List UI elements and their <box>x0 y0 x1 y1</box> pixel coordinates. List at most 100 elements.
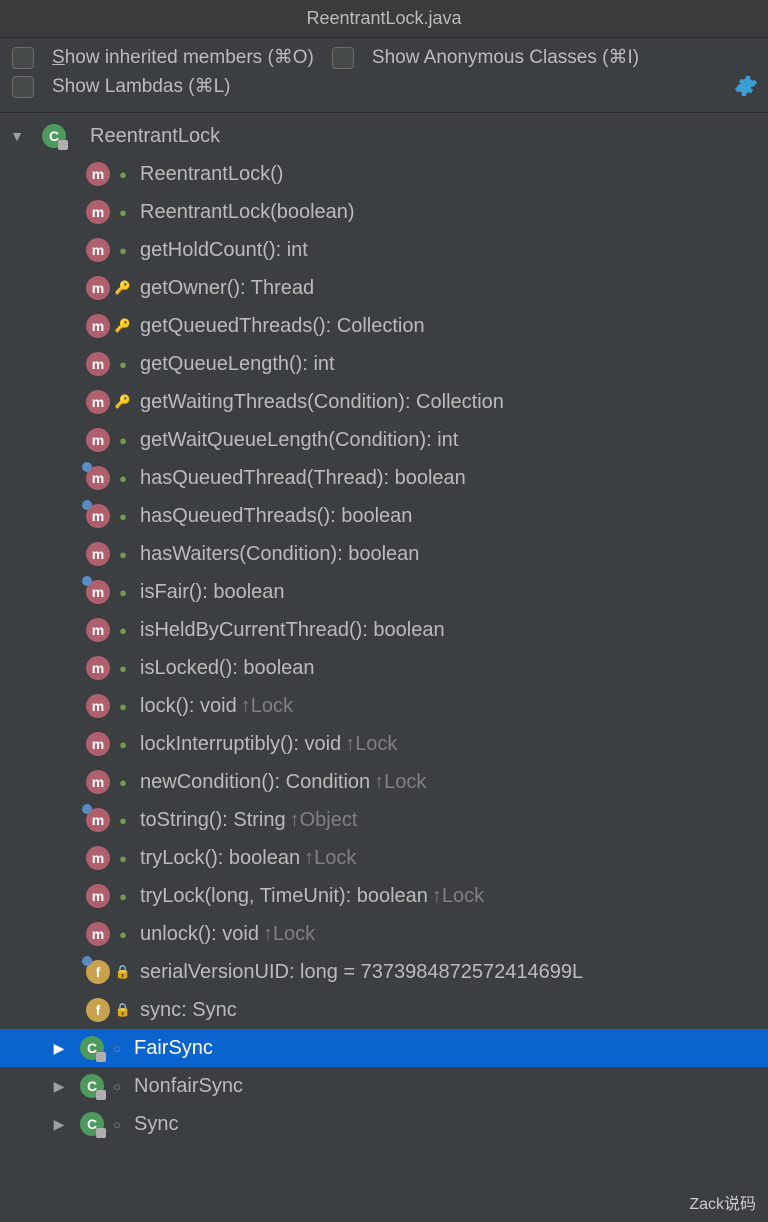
visibility-icon: ● <box>116 547 130 561</box>
expand-arrow-icon[interactable]: ▶ <box>48 1040 70 1057</box>
member-label: tryLock(): boolean <box>140 847 300 870</box>
method-icon: m <box>86 656 110 680</box>
member-row[interactable]: f 🔒 serialVersionUID: long = 73739848725… <box>0 953 768 991</box>
member-label: getWaitQueueLength(Condition): int <box>140 429 458 452</box>
visibility-icon: ● <box>116 585 130 599</box>
member-label: ReentrantLock() <box>140 163 283 186</box>
method-icon: m <box>86 162 110 186</box>
member-row[interactable]: m 🔑 getQueuedThreads(): Collection <box>0 307 768 345</box>
option-label-anonymous: Show Anonymous Classes (⌘I) <box>372 46 639 69</box>
visibility-icon: ● <box>116 433 130 447</box>
visibility-icon: ● <box>116 661 130 675</box>
member-label: lockInterruptibly(): void <box>140 733 341 756</box>
checkbox-inherited[interactable] <box>12 47 34 69</box>
checkbox-anonymous[interactable] <box>332 47 354 69</box>
inner-class-label: Sync <box>134 1113 178 1136</box>
member-row[interactable]: m ● isFair(): boolean <box>0 573 768 611</box>
class-icon: C <box>80 1112 104 1136</box>
method-icon: m <box>86 466 110 490</box>
member-row[interactable]: m ● getQueueLength(): int <box>0 345 768 383</box>
member-row[interactable]: m ● ReentrantLock() <box>0 155 768 193</box>
options-panel: Show inherited members (⌘O) Show Anonymo… <box>0 38 768 113</box>
member-label: hasQueuedThread(Thread): boolean <box>140 467 466 490</box>
class-icon: C <box>80 1036 104 1060</box>
visibility-icon: ● <box>116 205 130 219</box>
file-title: ReentrantLock.java <box>306 8 461 29</box>
inner-class-row[interactable]: ▶ C ○ NonfairSync <box>0 1067 768 1105</box>
method-icon: m <box>86 352 110 376</box>
member-label: hasQueuedThreads(): boolean <box>140 505 412 528</box>
visibility-icon: ○ <box>110 1117 124 1131</box>
method-icon: m <box>86 238 110 262</box>
method-icon: m <box>86 504 110 528</box>
member-label: newCondition(): Condition <box>140 771 370 794</box>
visibility-icon: ● <box>116 775 130 789</box>
method-icon: m <box>86 314 110 338</box>
member-row[interactable]: m ● unlock(): void ↑Lock <box>0 915 768 953</box>
method-icon: m <box>86 200 110 224</box>
method-icon: m <box>86 846 110 870</box>
member-label: isHeldByCurrentThread(): boolean <box>140 619 445 642</box>
visibility-icon: 🔑 <box>116 319 130 333</box>
structure-tree: ▼ C ReentrantLock m ● ReentrantLock() m … <box>0 113 768 1143</box>
member-label: sync: Sync <box>140 999 237 1022</box>
member-label: tryLock(long, TimeUnit): boolean <box>140 885 428 908</box>
member-row[interactable]: m ● hasWaiters(Condition): boolean <box>0 535 768 573</box>
inner-class-row[interactable]: ▶ C ○ Sync <box>0 1105 768 1143</box>
visibility-icon: ○ <box>110 1079 124 1093</box>
method-icon: m <box>86 770 110 794</box>
option-label-inherited: Show inherited members (⌘O) <box>52 46 314 69</box>
member-row[interactable]: m ● isHeldByCurrentThread(): boolean <box>0 611 768 649</box>
gear-icon[interactable] <box>734 74 758 98</box>
member-label: isLocked(): boolean <box>140 657 315 680</box>
member-row[interactable]: m ● lockInterruptibly(): void ↑Lock <box>0 725 768 763</box>
member-label: getHoldCount(): int <box>140 239 308 262</box>
member-row[interactable]: m ● lock(): void ↑Lock <box>0 687 768 725</box>
tree-root[interactable]: ▼ C ReentrantLock <box>0 117 768 155</box>
method-icon: m <box>86 276 110 300</box>
member-row[interactable]: m 🔑 getOwner(): Thread <box>0 269 768 307</box>
member-row[interactable]: m ● tryLock(): boolean ↑Lock <box>0 839 768 877</box>
inherit-label: ↑Lock <box>374 771 426 794</box>
member-label: ReentrantLock(boolean) <box>140 201 355 224</box>
member-row[interactable]: f 🔒 sync: Sync <box>0 991 768 1029</box>
member-row[interactable]: m 🔑 getWaitingThreads(Condition): Collec… <box>0 383 768 421</box>
member-row[interactable]: m ● getHoldCount(): int <box>0 231 768 269</box>
expand-arrow-icon[interactable]: ▼ <box>6 128 28 144</box>
inherit-label: ↑Lock <box>304 847 356 870</box>
class-icon: C <box>42 124 66 148</box>
visibility-icon: ● <box>116 813 130 827</box>
method-icon: m <box>86 618 110 642</box>
inner-class-row[interactable]: ▶ C ○ FairSync <box>0 1029 768 1067</box>
member-label: getQueueLength(): int <box>140 353 335 376</box>
member-label: serialVersionUID: long = 737398487257241… <box>140 961 583 984</box>
visibility-icon: 🔒 <box>116 965 130 979</box>
member-row[interactable]: m ● tryLock(long, TimeUnit): boolean ↑Lo… <box>0 877 768 915</box>
expand-arrow-icon[interactable]: ▶ <box>48 1116 70 1133</box>
member-label: lock(): void <box>140 695 237 718</box>
member-row[interactable]: m ● hasQueuedThread(Thread): boolean <box>0 459 768 497</box>
member-label: getQueuedThreads(): Collection <box>140 315 425 338</box>
member-row[interactable]: m ● toString(): String ↑Object <box>0 801 768 839</box>
member-label: unlock(): void <box>140 923 259 946</box>
member-row[interactable]: m ● ReentrantLock(boolean) <box>0 193 768 231</box>
visibility-icon: 🔒 <box>116 1003 130 1017</box>
option-row: Show Lambdas (⌘L) <box>12 75 756 98</box>
method-icon: m <box>86 808 110 832</box>
visibility-icon: ○ <box>110 1041 124 1055</box>
inherit-label: ↑Lock <box>241 695 293 718</box>
visibility-icon: ● <box>116 737 130 751</box>
visibility-icon: ● <box>116 927 130 941</box>
method-icon: m <box>86 390 110 414</box>
member-row[interactable]: m ● isLocked(): boolean <box>0 649 768 687</box>
visibility-icon: ● <box>116 623 130 637</box>
member-row[interactable]: m ● getWaitQueueLength(Condition): int <box>0 421 768 459</box>
member-row[interactable]: m ● newCondition(): Condition ↑Lock <box>0 763 768 801</box>
expand-arrow-icon[interactable]: ▶ <box>48 1078 70 1095</box>
method-icon: m <box>86 694 110 718</box>
visibility-icon: ● <box>116 357 130 371</box>
visibility-icon: ● <box>116 509 130 523</box>
member-row[interactable]: m ● hasQueuedThreads(): boolean <box>0 497 768 535</box>
checkbox-lambdas[interactable] <box>12 76 34 98</box>
inherit-label: ↑Lock <box>432 885 484 908</box>
